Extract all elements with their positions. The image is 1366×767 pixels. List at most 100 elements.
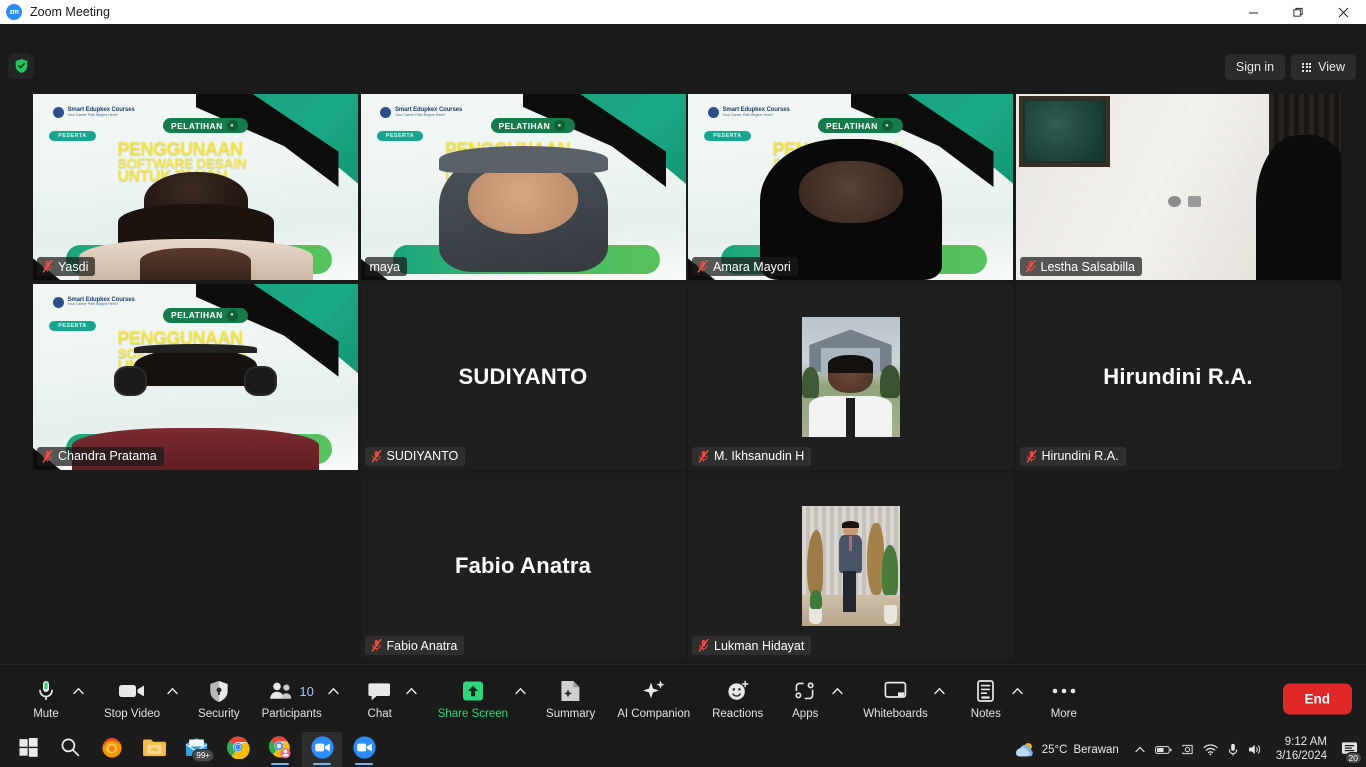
chrome-button[interactable] bbox=[218, 732, 258, 767]
vbg-brand-logo: Smart Edupkex CoursesYour Career Path Be… bbox=[380, 107, 462, 118]
toolbar-button-label: Summary bbox=[546, 708, 595, 720]
zoom-button-1[interactable] bbox=[302, 732, 342, 767]
chevron-up-icon bbox=[167, 687, 178, 695]
vbg-badge: PELATIHAN● bbox=[818, 118, 903, 133]
video-tile[interactable]: Hirundini R.A. Hirundini R.A. bbox=[1016, 284, 1341, 470]
folder-icon bbox=[142, 737, 167, 763]
toolbar-caret-participants[interactable] bbox=[326, 665, 342, 732]
participant-name: Lukman Hidayat bbox=[714, 639, 804, 653]
video-tile[interactable]: Lestha Salsabilla bbox=[1016, 94, 1341, 280]
chrome-profile-button[interactable] bbox=[260, 732, 300, 767]
chevron-up-icon bbox=[832, 687, 843, 695]
view-button[interactable]: View bbox=[1291, 54, 1356, 80]
mail-button[interactable]: 99+ bbox=[176, 732, 216, 767]
video-tile[interactable]: Smart Edupkex CoursesYour Career Path Be… bbox=[361, 94, 686, 280]
toolbar-caret-share-screen[interactable] bbox=[512, 665, 528, 732]
zoom-logo-icon: zm bbox=[6, 4, 22, 20]
participant-name: maya bbox=[370, 260, 401, 274]
video-tile[interactable]: Smart Edupkex CoursesYour Career Path Be… bbox=[688, 94, 1013, 280]
chevron-up-icon bbox=[934, 687, 945, 695]
start-button[interactable] bbox=[8, 732, 48, 767]
chrome-profile-icon bbox=[268, 735, 292, 764]
toolbar-caret-notes[interactable] bbox=[1010, 665, 1026, 732]
toolbar-caret-stop-video[interactable] bbox=[164, 665, 180, 732]
shield-check-icon bbox=[14, 58, 29, 74]
toolbar-button-participants[interactable]: 10 Participants bbox=[258, 665, 326, 732]
toolbar-button-stop-video[interactable]: Stop Video bbox=[100, 665, 164, 732]
participant-display-name: Hirundini R.A. bbox=[1016, 364, 1341, 390]
ellipsis-icon bbox=[1051, 677, 1077, 705]
video-tile[interactable]: Fabio Anatra Fabio Anatra bbox=[361, 473, 686, 659]
maximize-button[interactable] bbox=[1276, 0, 1321, 24]
volume-icon[interactable] bbox=[1248, 743, 1263, 756]
zoom-button-2[interactable] bbox=[344, 732, 384, 767]
screen-cast-icon[interactable] bbox=[1181, 743, 1194, 756]
toolbar-button-apps[interactable]: Apps bbox=[781, 665, 829, 732]
close-button[interactable] bbox=[1321, 0, 1366, 24]
video-tile[interactable]: SUDIYANTO SUDIYANTO bbox=[361, 284, 686, 470]
firefox-icon bbox=[100, 735, 124, 764]
search-button[interactable] bbox=[50, 732, 90, 767]
minimize-button[interactable] bbox=[1231, 0, 1276, 24]
participant-name-label: SUDIYANTO bbox=[365, 447, 466, 466]
toolbar-button-more[interactable]: More bbox=[1040, 665, 1088, 732]
battery-icon[interactable] bbox=[1155, 744, 1172, 756]
toolbar-caret-mute[interactable] bbox=[70, 665, 86, 732]
sign-in-button[interactable]: Sign in bbox=[1225, 54, 1285, 80]
end-meeting-button[interactable]: End bbox=[1283, 683, 1353, 714]
notification-center-button[interactable]: 20 bbox=[1340, 740, 1359, 760]
toolbar-caret-whiteboards[interactable] bbox=[932, 665, 948, 732]
chat-bubble-icon bbox=[368, 677, 392, 705]
mic-muted-icon bbox=[697, 260, 708, 273]
toolbar-button-reactions[interactable]: Reactions bbox=[708, 665, 767, 732]
mic-muted-icon bbox=[1026, 450, 1037, 463]
search-icon bbox=[60, 737, 80, 762]
participant-name: Yasdi bbox=[58, 260, 88, 274]
toolbar-button-label: Participants bbox=[262, 708, 322, 720]
video-tile[interactable]: M. Ikhsanudin H bbox=[688, 284, 1013, 470]
participant-name-label: maya bbox=[365, 257, 408, 276]
toolbar-button-mute[interactable]: Mute bbox=[22, 665, 70, 732]
video-tile[interactable]: Smart Edupkex CoursesYour Career Path Be… bbox=[33, 94, 358, 280]
toolbar-button-chat[interactable]: Chat bbox=[356, 665, 404, 732]
toolbar-button-label: Reactions bbox=[712, 708, 763, 720]
participant-name: SUDIYANTO bbox=[387, 449, 459, 463]
running-indicator bbox=[271, 763, 289, 766]
whiteboard-icon bbox=[883, 677, 909, 705]
toolbar-button-ai-companion[interactable]: AI Companion bbox=[613, 665, 694, 732]
microphone-icon[interactable] bbox=[1227, 743, 1239, 757]
video-tile[interactable]: Lukman Hidayat bbox=[688, 473, 1013, 659]
toolbar-button-summary[interactable]: Summary bbox=[542, 665, 599, 732]
toolbar-caret-chat[interactable] bbox=[404, 665, 420, 732]
vbg-brand-logo: Smart Edupkex CoursesYour Career Path Be… bbox=[53, 297, 135, 308]
sign-in-label: Sign in bbox=[1236, 60, 1274, 74]
clock-widget[interactable]: 9:12 AM 3/16/2024 bbox=[1272, 734, 1331, 765]
participant-name-label: Hirundini R.A. bbox=[1020, 447, 1126, 466]
weather-widget[interactable]: 25°C Berawan bbox=[1008, 739, 1125, 761]
participant-name: Lestha Salsabilla bbox=[1041, 260, 1136, 274]
toolbar-caret-apps[interactable] bbox=[829, 665, 845, 732]
wifi-icon[interactable] bbox=[1203, 743, 1218, 756]
video-camera-icon bbox=[118, 677, 146, 705]
participant-name: M. Ikhsanudin H bbox=[714, 449, 804, 463]
chevron-up-icon bbox=[406, 687, 417, 695]
notes-icon bbox=[975, 677, 996, 705]
firefox-button[interactable] bbox=[92, 732, 132, 767]
window-controls bbox=[1231, 0, 1366, 24]
participant-name-label: Lukman Hidayat bbox=[692, 636, 811, 655]
file-explorer-button[interactable] bbox=[134, 732, 174, 767]
chevron-up-icon[interactable] bbox=[1134, 744, 1146, 756]
mic-muted-icon bbox=[1025, 260, 1036, 273]
mic-muted-icon bbox=[698, 450, 709, 463]
toolbar-button-notes[interactable]: Notes bbox=[962, 665, 1010, 732]
toolbar-button-whiteboards[interactable]: Whiteboards bbox=[859, 665, 932, 732]
virtual-background: Smart Edupkex CoursesYour Career Path Be… bbox=[33, 284, 358, 470]
encryption-status-button[interactable] bbox=[8, 53, 34, 79]
shield-icon bbox=[209, 677, 229, 705]
running-indicator bbox=[355, 763, 373, 766]
video-tile[interactable]: Smart Edupkex CoursesYour Career Path Be… bbox=[33, 284, 358, 470]
toolbar-button-security[interactable]: Security bbox=[194, 665, 244, 732]
toolbar-button-share-screen[interactable]: Share Screen bbox=[434, 665, 512, 732]
chrome-icon bbox=[226, 735, 250, 764]
video-grid: Smart Edupkex CoursesYour Career Path Be… bbox=[33, 94, 1333, 648]
